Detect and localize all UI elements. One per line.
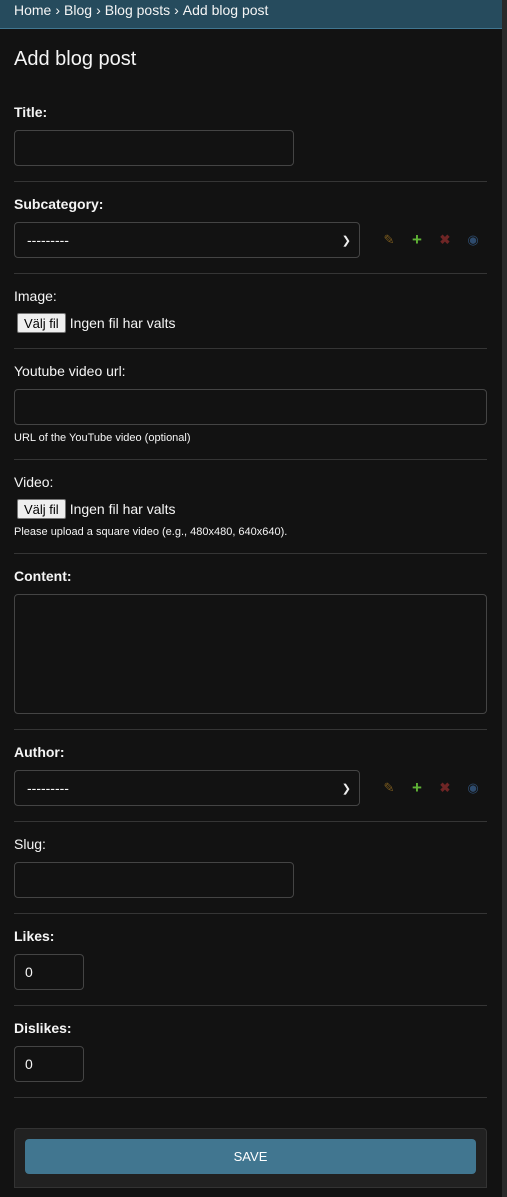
breadcrumb-separator: › [96,2,101,18]
breadcrumb: Home › Blog › Blog posts › Add blog post [0,0,502,29]
author-row: Author: --------- ❯ ✎ + ✖ ◉ [14,730,487,822]
author-select[interactable]: --------- ❯ [14,770,360,806]
breadcrumb-separator: › [55,2,61,18]
subcategory-select[interactable]: --------- ❯ [14,222,360,258]
author-label: Author: [14,744,65,760]
slug-row: Slug: [14,822,487,914]
dislikes-row: Dislikes: [14,1006,487,1098]
admin-page: Home › Blog › Blog posts › Add blog post… [0,0,502,1197]
youtube-label: Youtube video url: [14,363,126,379]
youtube-url-input[interactable] [14,389,487,425]
chevron-down-icon: ❯ [341,782,351,795]
youtube-row: Youtube video url: URL of the YouTube vi… [14,349,487,460]
dislikes-input[interactable] [14,1046,84,1082]
image-file-status: Ingen fil har valts [69,315,176,331]
subcategory-label: Subcategory: [14,196,104,212]
subcategory-related-actions: ✎ + ✖ ◉ [375,230,487,250]
breadcrumb-current: Add blog post [182,2,269,18]
video-help-text: Please upload a square video (e.g., 480x… [14,526,288,538]
subcategory-selected-value: --------- [27,232,69,248]
image-label: Image: [14,288,57,304]
likes-row: Likes: [14,914,487,1006]
video-choose-file-button[interactable]: Välj fil [17,499,66,519]
x-icon[interactable]: ✖ [431,780,459,796]
author-related-actions: ✎ + ✖ ◉ [375,778,487,798]
content-textarea[interactable] [14,594,487,714]
video-label: Video: [14,474,54,490]
chevron-down-icon: ❯ [341,234,351,247]
youtube-help-text: URL of the YouTube video (optional) [14,432,191,444]
dislikes-label: Dislikes: [14,1020,72,1036]
submit-row: SAVE [14,1128,487,1188]
likes-label: Likes: [14,928,55,944]
content-row: Content: [14,554,487,730]
scrollbar[interactable] [502,0,507,1197]
pencil-icon[interactable]: ✎ [375,780,403,796]
image-row: Image: Välj fil Ingen fil har valts [14,274,487,349]
subcategory-row: Subcategory: --------- ❯ ✎ + ✖ ◉ [14,182,487,274]
eye-icon[interactable]: ◉ [459,780,487,796]
video-file-status: Ingen fil har valts [69,501,176,517]
video-row: Video: Välj fil Ingen fil har valts Plea… [14,460,487,554]
likes-input[interactable] [14,954,84,990]
breadcrumb-separator: › [174,2,179,18]
x-icon[interactable]: ✖ [431,232,459,248]
plus-icon[interactable]: + [403,778,431,798]
author-selected-value: --------- [27,780,69,796]
breadcrumb-home-link[interactable]: Home [14,0,51,20]
blog-post-form: Title: Subcategory: --------- ❯ ✎ + ✖ ◉ … [0,78,502,1098]
eye-icon[interactable]: ◉ [459,232,487,248]
slug-input[interactable] [14,862,294,898]
image-choose-file-button[interactable]: Välj fil [17,313,66,333]
breadcrumb-blog-posts-link[interactable]: Blog posts [105,0,170,20]
content-label: Content: [14,568,72,584]
title-label: Title: [14,104,48,120]
pencil-icon[interactable]: ✎ [375,232,403,248]
title-input[interactable] [14,130,294,166]
slug-label: Slug: [14,836,46,852]
page-title: Add blog post [14,48,137,70]
breadcrumb-blog-link[interactable]: Blog [64,0,92,20]
plus-icon[interactable]: + [403,230,431,250]
title-row: Title: [14,78,487,182]
save-button[interactable]: SAVE [25,1139,476,1174]
